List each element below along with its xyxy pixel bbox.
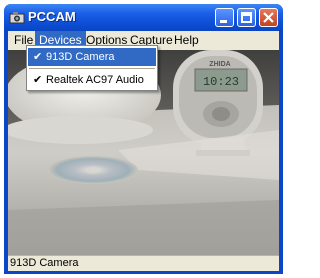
title-bar[interactable]: PCCAM: [4, 4, 283, 31]
menu-item-realtek-audio[interactable]: ✔ Realtek AC97 Audio: [28, 71, 156, 89]
clock-brand-label: ZHIDA: [209, 61, 230, 68]
check-icon: ✔: [33, 74, 43, 86]
close-button[interactable]: [259, 8, 278, 27]
maximize-button[interactable]: [237, 8, 256, 27]
maximize-icon: [241, 12, 252, 23]
devices-dropdown: ✔ 913D Camera ✔ Realtek AC97 Audio: [26, 45, 158, 91]
menu-separator: [29, 68, 155, 69]
clock-display: 10:23: [203, 75, 239, 89]
menu-help[interactable]: Help: [170, 31, 203, 50]
status-bar: 913D Camera: [8, 255, 279, 271]
minimize-button[interactable]: [215, 8, 234, 27]
close-icon: [263, 12, 274, 23]
menu-item-label: 913D Camera: [46, 51, 115, 63]
status-text: 913D Camera: [10, 257, 79, 269]
menu-item-913d-camera[interactable]: ✔ 913D Camera: [28, 48, 156, 66]
camera-app-icon: [9, 12, 25, 24]
minimize-icon: [220, 20, 227, 23]
menu-item-label: Realtek AC97 Audio: [46, 74, 144, 86]
check-icon: ✔: [33, 51, 43, 63]
window-title: PCCAM: [28, 9, 76, 24]
